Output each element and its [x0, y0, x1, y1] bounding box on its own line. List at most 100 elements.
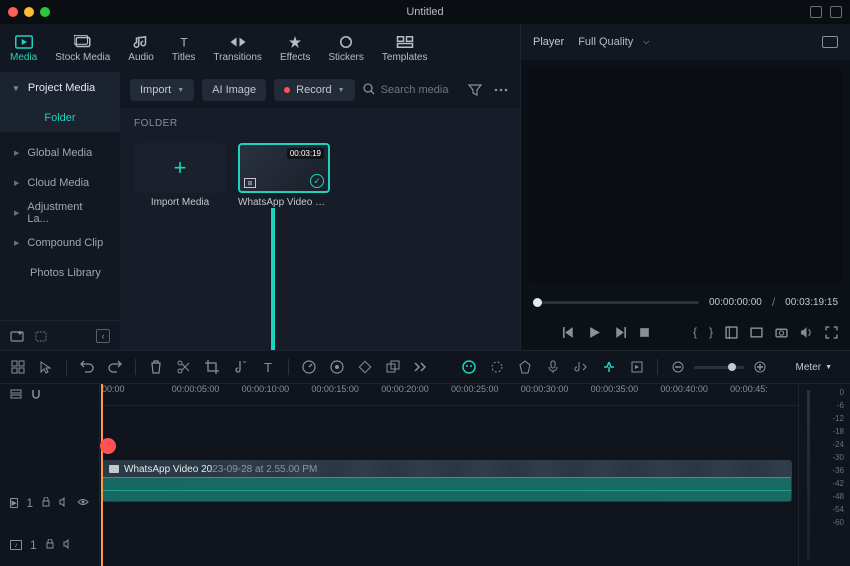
bin-icon[interactable] — [34, 329, 48, 343]
sidebar-item-photos-library[interactable]: Photos Library — [0, 258, 120, 288]
track-panel-icon[interactable] — [10, 388, 22, 403]
tab-stickers[interactable]: Stickers — [328, 34, 364, 63]
sidebar-item-compound-clip[interactable]: ▶Compound Clip — [0, 228, 120, 258]
clip-marker-icon: ⊞ — [244, 178, 256, 188]
magnet-icon[interactable] — [30, 388, 42, 403]
audio-track-header[interactable]: ♪ 1 — [0, 524, 99, 566]
import-media-tile[interactable]: + Import Media — [134, 143, 226, 208]
scrub-playhead[interactable] — [533, 298, 542, 307]
import-button[interactable]: Import▼ — [130, 79, 194, 101]
tab-media[interactable]: Media — [10, 34, 37, 63]
tab-templates[interactable]: Templates — [382, 34, 428, 63]
clip-waveform — [103, 477, 791, 502]
enhance-icon[interactable] — [489, 359, 505, 375]
mute-icon[interactable] — [59, 497, 69, 510]
tab-transitions[interactable]: Transitions — [213, 34, 262, 63]
scrub-bar[interactable] — [533, 301, 699, 304]
snapshot-icon[interactable] — [822, 36, 838, 48]
close-window-button[interactable] — [8, 7, 18, 17]
clip-duration-badge: 00:03:19 — [287, 148, 324, 159]
more-options-icon[interactable] — [492, 81, 510, 99]
render-icon[interactable] — [629, 359, 645, 375]
zoom-slider[interactable] — [694, 366, 744, 369]
more-tools-icon[interactable] — [413, 359, 429, 375]
selection-tool-icon[interactable] — [38, 359, 54, 375]
fullscreen-icon[interactable] — [825, 326, 838, 339]
playhead-handle[interactable] — [100, 438, 116, 454]
mark-out-button[interactable]: } — [709, 325, 713, 339]
auto-beat-icon[interactable] — [601, 359, 617, 375]
frame-forward-button[interactable] — [613, 326, 626, 339]
stock-media-icon — [73, 34, 93, 50]
volume-icon[interactable] — [800, 326, 813, 339]
audio-edit-icon[interactable] — [232, 359, 248, 375]
visibility-icon[interactable] — [77, 497, 89, 510]
timeline-tracks[interactable]: 00:00 00:00:05:00 00:00:10:00 00:00:15:0… — [100, 384, 798, 566]
keyframe-button[interactable] — [357, 359, 373, 375]
delete-button[interactable] — [148, 359, 164, 375]
asset-tabs: Media Stock Media Audio T Titles Transit… — [0, 24, 520, 72]
ai-tool-icon[interactable] — [461, 359, 477, 375]
maximize-window-button[interactable] — [40, 7, 50, 17]
snapshot-button[interactable] — [775, 326, 788, 339]
layout-toggle-icon[interactable] — [810, 6, 822, 18]
record-button[interactable]: Record▼ — [274, 79, 354, 101]
templates-icon — [395, 34, 415, 50]
sidebar-item-cloud-media[interactable]: ▶Cloud Media — [0, 168, 120, 198]
zoom-out-button[interactable] — [670, 359, 686, 375]
preview-viewport[interactable] — [529, 68, 842, 282]
search-input[interactable] — [381, 84, 458, 96]
playhead[interactable] — [101, 384, 103, 566]
redo-button[interactable] — [107, 359, 123, 375]
timeline-ruler[interactable]: 00:00 00:00:05:00 00:00:10:00 00:00:15:0… — [100, 384, 798, 406]
play-button[interactable] — [588, 326, 601, 339]
crop-view-icon[interactable] — [725, 326, 738, 339]
video-track-icon: ▶ — [10, 498, 18, 508]
timeline-view-icon[interactable] — [10, 359, 26, 375]
quality-dropdown[interactable]: Full Quality⌵ — [578, 36, 649, 48]
player-label: Player — [533, 36, 564, 48]
split-button[interactable] — [176, 359, 192, 375]
new-folder-icon[interactable] — [10, 329, 24, 343]
folder-button[interactable]: Folder — [0, 104, 120, 132]
sidebar-item-global-media[interactable]: ▶Global Media — [0, 138, 120, 168]
tab-stock-media[interactable]: Stock Media — [55, 34, 110, 63]
voiceover-icon[interactable] — [545, 359, 561, 375]
marker-icon[interactable] — [517, 359, 533, 375]
zoom-slider-handle[interactable] — [728, 363, 736, 371]
chevron-right-icon: ▶ — [14, 149, 19, 157]
color-button[interactable] — [329, 359, 345, 375]
mark-in-button[interactable]: { — [693, 325, 697, 339]
video-track-header[interactable]: ▶ 1 — [0, 482, 99, 524]
tab-titles[interactable]: T Titles — [172, 34, 196, 63]
meter-toggle[interactable]: Meter▼ — [780, 362, 841, 373]
timeline-clip[interactable]: WhatsApp Video 2023-09-28 at 2.55.00 PM — [102, 460, 792, 502]
panel-toggle-icon[interactable] — [830, 6, 842, 18]
sidebar-item-adjustment-layer[interactable]: ▶Adjustment La... — [0, 198, 120, 228]
chevron-right-icon: ▶ — [14, 239, 19, 247]
zoom-in-button[interactable] — [752, 359, 768, 375]
tab-audio[interactable]: Audio — [128, 34, 154, 63]
ai-image-button[interactable]: AI Image — [202, 79, 266, 101]
tab-effects[interactable]: Effects — [280, 34, 310, 63]
folder-section-label: FOLDER — [120, 108, 520, 135]
group-button[interactable] — [385, 359, 401, 375]
stop-button[interactable] — [638, 326, 651, 339]
meter-bar — [807, 390, 810, 560]
media-clip-tile[interactable]: 00:03:19 ⊞ ✓ WhatsApp Video 202... — [238, 143, 330, 208]
compare-view-icon[interactable] — [750, 326, 763, 339]
speed-button[interactable] — [301, 359, 317, 375]
filter-icon[interactable] — [466, 81, 484, 99]
text-tool-icon[interactable]: T — [260, 359, 276, 375]
minimize-window-button[interactable] — [24, 7, 34, 17]
mute-icon[interactable] — [63, 539, 73, 552]
frame-back-button[interactable] — [563, 326, 576, 339]
crop-button[interactable] — [204, 359, 220, 375]
undo-button[interactable] — [79, 359, 95, 375]
lock-icon[interactable] — [45, 539, 55, 552]
collapse-sidebar-button[interactable]: ‹ — [96, 329, 110, 343]
lock-icon[interactable] — [41, 497, 51, 510]
audio-sync-icon[interactable] — [573, 359, 589, 375]
audio-icon — [131, 34, 151, 50]
project-media-header[interactable]: ▼ Project Media — [0, 72, 120, 104]
